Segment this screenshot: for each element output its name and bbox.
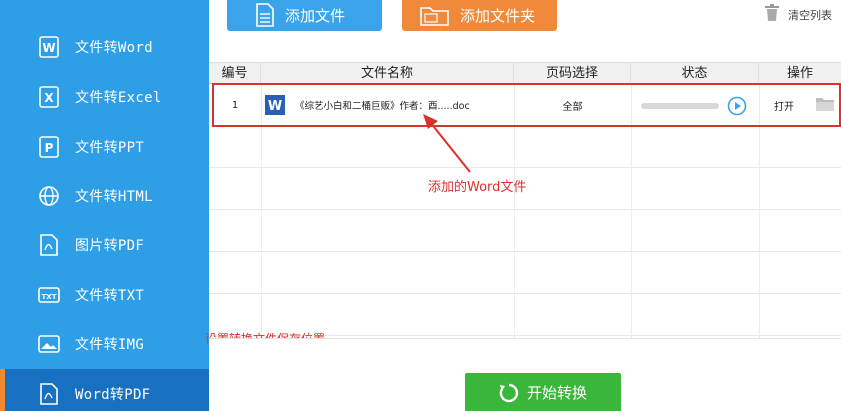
column-header-file-name: 文件名称 <box>261 63 514 84</box>
sidebar-item-label: 图片转PDF <box>75 237 145 254</box>
sidebar-item-label: 文件转Excel <box>75 89 162 106</box>
pdf-image-icon <box>38 233 60 256</box>
add-folder-label: 添加文件夹 <box>460 7 536 25</box>
add-folder-button[interactable]: 添加文件夹 <box>402 0 557 31</box>
table-row <box>209 210 841 252</box>
svg-text:P: P <box>45 141 54 155</box>
sidebar-item-img[interactable]: 文件转IMG <box>0 319 209 368</box>
sidebar-item-label: 文件转HTML <box>75 188 153 205</box>
sidebar-item-html[interactable]: 文件转HTML <box>0 171 209 220</box>
play-icon[interactable] <box>727 96 747 119</box>
ppt-icon: P <box>38 135 60 158</box>
start-convert-button[interactable]: 开始转换 <box>465 373 621 411</box>
svg-text:X: X <box>44 91 54 105</box>
column-header-pages: 页码选择 <box>514 63 631 84</box>
table-row <box>209 252 841 294</box>
column-header-index: 编号 <box>209 63 261 84</box>
table-header: 编号 文件名称 页码选择 状态 操作 <box>209 62 841 84</box>
annotation-word-file: 添加的Word文件 <box>428 180 527 195</box>
file-row[interactable]: 1 W 《综艺小白和二桶巨贩》作者：酉.....doc 全部 打开 <box>209 84 841 126</box>
folder-icon <box>420 4 450 30</box>
sidebar: W 文件转Word X 文件转Excel P 文件转PPT 文件转HTML 图片… <box>0 0 209 411</box>
add-file-button[interactable]: 添加文件 <box>227 0 382 31</box>
add-file-label: 添加文件 <box>285 7 346 25</box>
word-file-icon: W <box>265 95 285 115</box>
clear-list-button[interactable]: 清空列表 <box>764 4 832 25</box>
sidebar-item-label: 文件转PPT <box>75 139 145 156</box>
trash-icon <box>764 4 780 25</box>
svg-text:W: W <box>268 99 282 114</box>
toolbar: 添加文件 添加文件夹 清空列表 <box>209 0 841 60</box>
sidebar-item-excel[interactable]: X 文件转Excel <box>0 72 209 121</box>
excel-icon: X <box>38 85 60 108</box>
folder-open-icon[interactable] <box>815 96 835 115</box>
refresh-icon <box>499 383 519 403</box>
sidebar-item-image-to-pdf[interactable]: 图片转PDF <box>0 220 209 269</box>
sidebar-item-ppt[interactable]: P 文件转PPT <box>0 122 209 171</box>
document-icon <box>255 3 275 31</box>
image-icon <box>38 333 60 355</box>
clear-list-label: 清空列表 <box>788 8 832 22</box>
sidebar-item-label: 文件转IMG <box>75 336 145 353</box>
sidebar-item-txt[interactable]: TXT 文件转TXT <box>0 270 209 319</box>
row-pages[interactable]: 全部 <box>514 84 631 126</box>
sidebar-item-label: 文件转Word <box>75 39 153 56</box>
start-convert-label: 开始转换 <box>526 384 587 402</box>
progress-bar <box>641 103 719 109</box>
sidebar-item-label: Word转PDF <box>75 386 151 403</box>
pdf-icon <box>38 382 60 405</box>
table-row <box>209 126 841 168</box>
svg-text:W: W <box>42 41 55 55</box>
column-header-status: 状态 <box>631 63 759 84</box>
open-file-link[interactable]: 打开 <box>774 84 804 126</box>
row-file-name: 《综艺小白和二桶巨贩》作者：酉.....doc <box>295 101 470 112</box>
row-file-name-cell: W 《综艺小白和二桶巨贩》作者：酉.....doc <box>265 84 513 126</box>
row-index: 1 <box>231 99 239 111</box>
word-icon: W <box>38 35 60 58</box>
sidebar-item-word-to-pdf[interactable]: Word转PDF <box>0 369 209 411</box>
column-header-action: 操作 <box>786 66 813 81</box>
sidebar-item-word[interactable]: W 文件转Word <box>0 22 209 71</box>
bottom-bar: 开始转换 <box>209 338 841 411</box>
globe-icon <box>38 185 60 207</box>
svg-text:TXT: TXT <box>42 293 57 301</box>
sidebar-item-label: 文件转TXT <box>75 287 145 304</box>
txt-icon: TXT <box>38 284 60 306</box>
